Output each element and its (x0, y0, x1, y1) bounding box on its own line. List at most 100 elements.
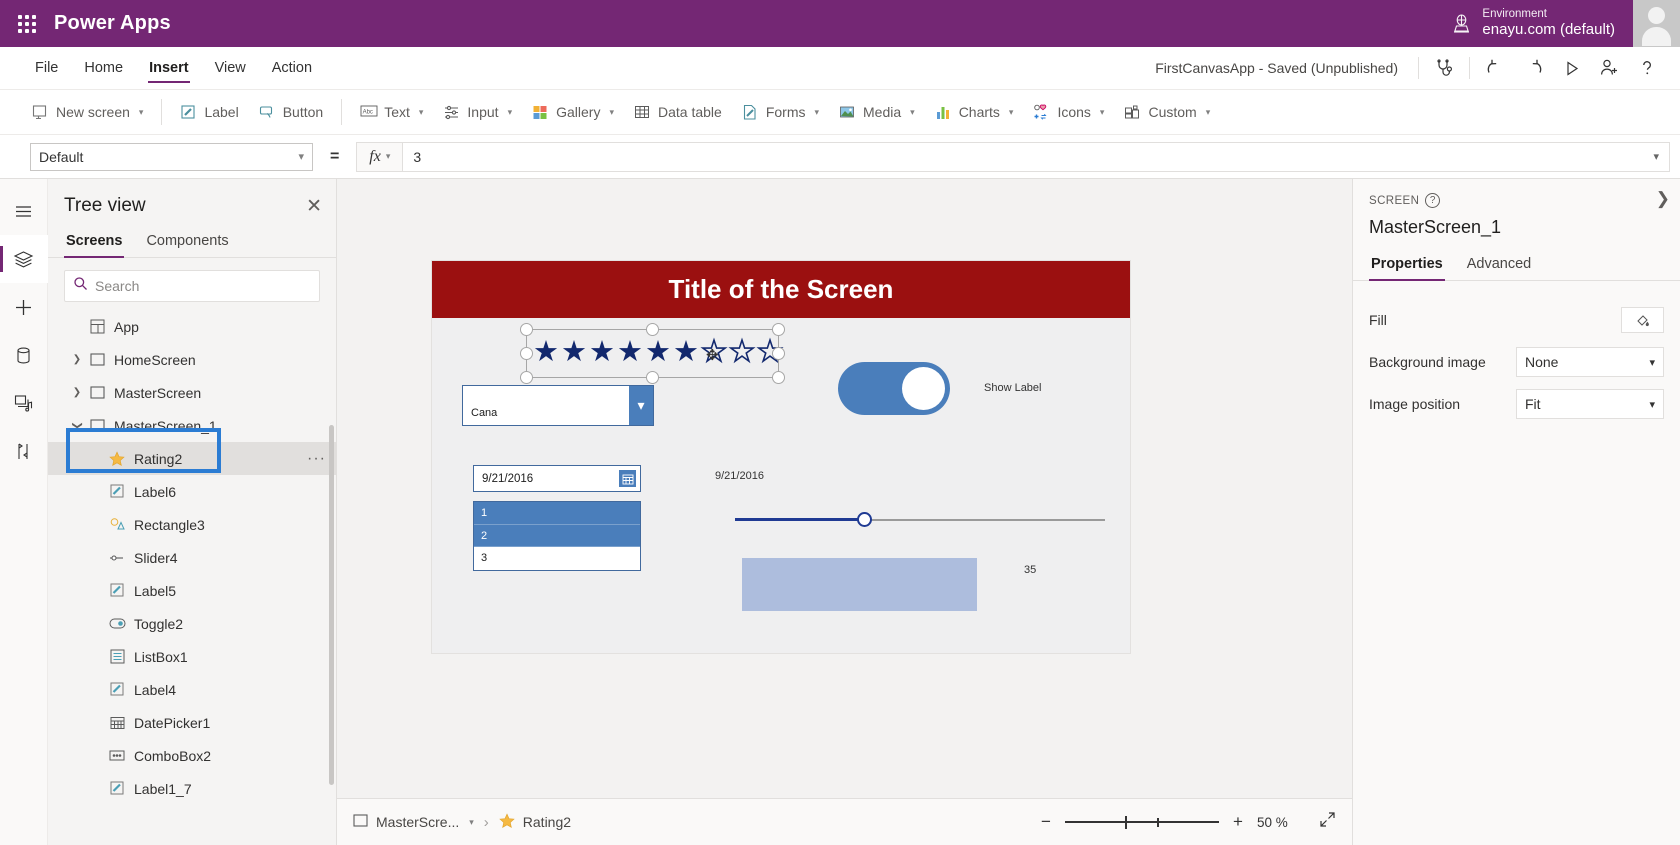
ribbon-media[interactable]: Media ▾ (829, 97, 925, 127)
tree-node-label5[interactable]: Label5 (48, 574, 336, 607)
more-options-icon[interactable]: ··· (307, 450, 326, 468)
ribbon-gallery[interactable]: Gallery ▾ (522, 97, 624, 127)
zoom-out-button[interactable]: − (1037, 812, 1055, 832)
ribbon-forms[interactable]: Forms ▾ (732, 97, 829, 127)
fill-color-picker[interactable] (1621, 307, 1664, 333)
image-position-select[interactable]: Fit ▾ (1516, 389, 1664, 419)
tree-node-label: Label6 (134, 483, 177, 500)
tree-node-app[interactable]: App (48, 310, 336, 343)
undo-icon[interactable] (1476, 49, 1514, 87)
tab-screens[interactable]: Screens (64, 227, 125, 258)
tree-node-label4[interactable]: Label4 (48, 673, 336, 706)
breadcrumb-control[interactable]: Rating2 (499, 812, 571, 832)
fx-button[interactable]: fx ▾ (356, 141, 404, 172)
resize-handle-n[interactable] (646, 323, 659, 336)
chevron-down-icon[interactable]: ❯ (72, 417, 83, 435)
search-input[interactable] (95, 278, 311, 294)
menu-item-file[interactable]: File (22, 47, 71, 89)
rectangle-control[interactable] (742, 558, 977, 611)
chevron-right-icon[interactable]: ❯ (1656, 189, 1670, 209)
tree-node-toggle2[interactable]: Toggle2 (48, 607, 336, 640)
avatar[interactable] (1633, 0, 1680, 47)
ribbon-input[interactable]: Input ▾ (433, 97, 522, 127)
listbox-item[interactable]: 2 (474, 524, 640, 546)
toggle-control[interactable] (838, 362, 950, 415)
tab-properties[interactable]: Properties (1369, 250, 1445, 281)
ribbon-button-control[interactable]: Button (249, 97, 333, 127)
data-sources-icon[interactable] (0, 331, 48, 379)
formula-input[interactable]: 3 ▾ (403, 141, 1670, 172)
insert-plus-icon[interactable] (0, 283, 48, 331)
zoom-slider[interactable] (1065, 814, 1219, 830)
menu-item-home[interactable]: Home (71, 47, 136, 89)
ribbon-text[interactable]: Abc Text ▾ (350, 97, 433, 127)
ribbon-data-table[interactable]: Data table (624, 97, 732, 127)
tree-node-label1-7[interactable]: Label1_7 (48, 772, 336, 805)
tree-node-rectangle3[interactable]: Rectangle3 (48, 508, 336, 541)
fit-screen-icon[interactable] (1319, 811, 1336, 833)
resize-handle-ne[interactable] (772, 323, 785, 336)
listbox-item[interactable]: 1 (474, 502, 640, 524)
datepicker-control[interactable]: 9/21/2016 (473, 465, 641, 492)
tab-components[interactable]: Components (144, 227, 230, 257)
background-image-select[interactable]: None ▾ (1516, 347, 1664, 377)
resize-handle-s[interactable] (646, 371, 659, 384)
help-circle-icon[interactable]: ? (1425, 193, 1441, 208)
resize-handle-nw[interactable] (520, 323, 533, 336)
environment-info[interactable]: Environment enayu.com (default) (1482, 7, 1615, 40)
combobox-control[interactable]: Cana ▾ (462, 385, 654, 426)
ribbon-charts[interactable]: Charts ▾ (925, 97, 1024, 127)
chevron-down-icon[interactable]: ▾ (629, 386, 653, 425)
tree-scrollbar[interactable] (329, 425, 334, 785)
menu-item-insert[interactable]: Insert (136, 47, 202, 89)
ribbon-label-control[interactable]: Label (170, 97, 248, 127)
tree-node-listbox1[interactable]: ListBox1 (48, 640, 336, 673)
close-icon[interactable]: ✕ (306, 197, 322, 216)
slider-thumb[interactable] (857, 512, 872, 527)
advanced-tools-icon[interactable] (0, 427, 48, 475)
tree-node-datepicker1[interactable]: DatePicker1 (48, 706, 336, 739)
breadcrumb-screen[interactable]: MasterScre... ▾ (353, 814, 474, 830)
resize-handle-sw[interactable] (520, 371, 533, 384)
hamburger-menu-icon[interactable] (0, 187, 48, 235)
help-icon[interactable] (1628, 49, 1666, 87)
studio-body: Tree view ✕ Screens Components Search Ap… (0, 179, 1680, 845)
tree-node-combobox2[interactable]: ComboBox2 (48, 739, 336, 772)
tree-node-slider4[interactable]: Slider4 (48, 541, 336, 574)
listbox-control[interactable]: 1 2 3 (473, 501, 641, 571)
slider-control[interactable] (735, 512, 1105, 528)
listbox-item[interactable]: 3 (474, 546, 640, 568)
ribbon-new-screen[interactable]: New screen ▾ (22, 97, 153, 127)
redo-icon[interactable] (1514, 49, 1552, 87)
ribbon-icons[interactable]: Icons ▾ (1023, 97, 1114, 127)
zoom-slider-thumb[interactable] (1125, 816, 1127, 829)
chevron-right-icon[interactable]: ❯ (68, 387, 86, 398)
chevron-down-icon[interactable]: ▾ (469, 817, 474, 828)
search-box[interactable] (64, 270, 320, 302)
chevron-down-icon[interactable]: ▾ (1653, 150, 1659, 163)
tree-view-layers-icon[interactable] (0, 235, 48, 283)
resize-handle-se[interactable] (772, 371, 785, 384)
selection-handles[interactable]: ✥ (520, 323, 785, 384)
share-user-icon[interactable] (1590, 49, 1628, 87)
tab-advanced[interactable]: Advanced (1465, 250, 1534, 280)
resize-handle-e[interactable] (772, 347, 785, 360)
resize-handle-w[interactable] (520, 347, 533, 360)
menu-item-action[interactable]: Action (259, 47, 325, 89)
preview-play-icon[interactable] (1552, 49, 1590, 87)
tree-node-rating2[interactable]: Rating2 ··· (48, 442, 336, 475)
menu-item-view[interactable]: View (202, 47, 259, 89)
app-screen-preview[interactable]: Title of the Screen ★ ★ ★ ★ ★ ★ ★ ★ ★ ✥ … (432, 261, 1130, 653)
ribbon-custom[interactable]: Custom ▾ (1114, 97, 1220, 127)
tree-node-masterscreen-1[interactable]: ❯ MasterScreen_1 (48, 409, 336, 442)
app-checker-icon[interactable] (1425, 49, 1463, 87)
tree-node-masterscreen[interactable]: ❯ MasterScreen (48, 376, 336, 409)
app-launcher-icon[interactable] (0, 14, 54, 33)
tree-node-homescreen[interactable]: ❯ HomeScreen (48, 343, 336, 376)
zoom-in-button[interactable]: + (1229, 812, 1247, 832)
tree-node-label6[interactable]: Label6 (48, 475, 336, 508)
chevron-right-icon[interactable]: ❯ (68, 354, 86, 365)
media-library-icon[interactable] (0, 379, 48, 427)
property-select[interactable]: Default ▾ (30, 142, 313, 171)
calendar-icon[interactable] (619, 470, 636, 487)
